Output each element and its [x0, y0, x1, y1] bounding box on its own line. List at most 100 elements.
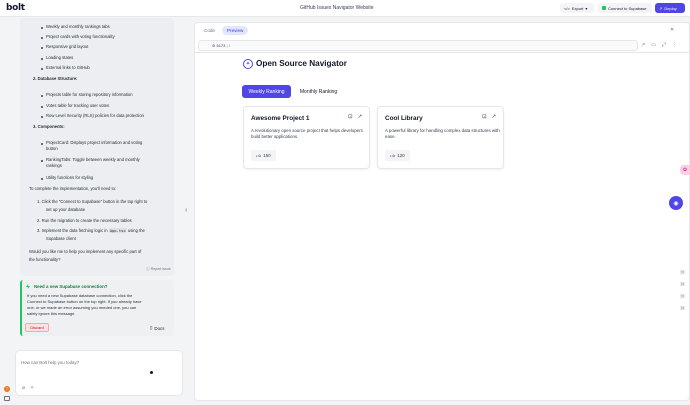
connect-supabase-button[interactable]: Connect to Supabase [598, 3, 652, 13]
export-button[interactable]: </> Export ▾ [560, 3, 594, 13]
bullet [41, 106, 43, 108]
message-line: Votes table for tracking user votes [46, 103, 110, 108]
chevron-left-icon[interactable]: ‹ [185, 207, 187, 214]
docs-link[interactable]: ▯ Docs [150, 325, 164, 331]
address-separator: | [226, 43, 228, 48]
project-description: A revolutionary open source project that… [251, 128, 363, 139]
bullet [41, 160, 43, 162]
code-icon: </> [564, 5, 570, 11]
tab-code[interactable]: Code [199, 26, 220, 35]
close-icon[interactable]: ✕ [670, 27, 674, 33]
message-line: Row Level Security (RLS) policies for da… [46, 113, 144, 118]
bullet [41, 143, 43, 145]
external-link-icon[interactable]: ↗ [491, 114, 496, 120]
preview-address: ⊘ 5173 | / [212, 43, 230, 48]
message-line: Responsive grid layout [46, 44, 89, 49]
message-line: External links to GitHub [46, 65, 90, 70]
inline-code: App.tsx [108, 228, 127, 233]
enhance-prompt-icon[interactable] [150, 371, 153, 374]
bullet [41, 37, 43, 39]
tool-icon[interactable]: ⌘ [680, 282, 685, 288]
tool-icon[interactable]: ⌘ [680, 294, 685, 300]
message-line: the functionality? [29, 257, 61, 262]
preview-address-bar[interactable] [198, 40, 638, 51]
tab-preview[interactable]: Preview [221, 26, 249, 35]
sparkle-icon[interactable]: ✧ [30, 385, 34, 391]
message-line: Loading states [46, 55, 74, 60]
message-line: Would you like me to help you implement … [29, 249, 142, 254]
fullscreen-icon[interactable]: ⤢ [662, 42, 666, 48]
rocket-icon: ↗ [659, 5, 663, 11]
supabase-prompt-text: safely ignore this message. [27, 311, 76, 316]
message-line: rankings [46, 163, 62, 168]
bullet [41, 58, 43, 60]
message-line: Projects table for storing repository in… [46, 92, 133, 97]
message-line: Utility functions for styling [46, 175, 94, 180]
assistant-message [20, 18, 174, 276]
tool-icon[interactable]: ⌘ [680, 306, 685, 312]
bullet [41, 95, 43, 97]
message-line: Project cards with voting functionality [46, 34, 115, 39]
project-name: Awesome Project 1 [251, 115, 310, 122]
project-description: A powerful library for handling complex … [385, 128, 500, 139]
vote-button[interactable]: 👍︎ 150 [251, 150, 276, 161]
report-issue-link[interactable]: ⓘ Report issue [146, 267, 171, 272]
device-icon[interactable]: ▭ [651, 42, 656, 48]
message-line: button [46, 146, 58, 151]
card-actions: ⊡ ↗ [482, 114, 496, 120]
message-line: 1. Click the "Connect to Supabase" butto… [37, 199, 148, 204]
section-heading: 2. Database Structure: [33, 76, 78, 81]
preview-actions: ↗ ▭ ⤢ ⋮ [641, 42, 677, 48]
supabase-icon [602, 6, 606, 10]
supabase-icon [26, 284, 30, 289]
chat-widget-icon[interactable]: ◉ [669, 196, 683, 210]
compass-icon: ✦ [243, 59, 253, 69]
discard-button[interactable]: Discard [25, 323, 49, 332]
paperclip-icon[interactable]: ⌀ [22, 385, 25, 391]
project-card: Awesome Project 1 ⊡ ↗ A revolutionary op… [243, 106, 370, 169]
bullet [41, 178, 43, 180]
workbench-tabs: Code Preview [199, 26, 249, 35]
project-name: Cool Library [385, 115, 423, 122]
feedback-icon[interactable]: ✿ [680, 165, 690, 175]
deploy-button[interactable]: ↗ Deploy [655, 3, 685, 13]
message-line: 2. Run the migration to create the neces… [37, 218, 132, 223]
divider [195, 52, 689, 53]
project-card: Cool Library ⊡ ↗ A powerful library for … [377, 106, 504, 169]
workbench-panel [194, 22, 690, 401]
thumbs-up-icon: 👍︎ [390, 152, 396, 158]
tab-weekly-ranking[interactable]: Weekly Ranking [242, 85, 291, 98]
thumbs-up-icon: 👍︎ [256, 152, 262, 158]
info-icon: ⓘ [146, 267, 150, 271]
section-heading: 3. Components: [33, 124, 65, 129]
avatar[interactable]: T [4, 386, 10, 392]
external-link-icon[interactable]: ↗ [357, 114, 362, 120]
vote-button[interactable]: 👍︎ 120 [385, 150, 410, 161]
message-line: Supabase client [46, 236, 76, 241]
bullet [41, 68, 43, 70]
tool-icon[interactable]: ⌘ [680, 270, 685, 276]
message-line: Weekly and monthly rankings tabs [46, 24, 110, 29]
message-line: set up your database [46, 207, 86, 212]
bullet [41, 116, 43, 118]
plug-icon: ⊘ [212, 43, 216, 48]
chat-input[interactable] [15, 350, 183, 396]
top-bar: bolt GitHub Issues Navigator Website </>… [0, 0, 690, 17]
message-line: ProjectCard: Displays project informatio… [46, 140, 143, 145]
bullet [41, 47, 43, 49]
message-line: 3. Implement the data fetching logic in … [37, 228, 145, 233]
bullet [41, 27, 43, 29]
bookmark-icon[interactable]: ⊡ [348, 114, 353, 120]
project-title: GitHub Issues Navigator Website [300, 5, 374, 11]
bookmark-icon[interactable]: ⊡ [482, 114, 487, 120]
card-actions: ⊡ ↗ [348, 114, 362, 120]
chevron-down-icon: ▾ [585, 5, 588, 11]
external-link-icon[interactable]: ↗ [641, 42, 645, 48]
page-title: Open Source Navigator [256, 59, 347, 68]
bolt-logo[interactable]: bolt [6, 3, 25, 13]
sidebar-toggle-icon[interactable] [4, 396, 10, 401]
more-icon[interactable]: ⋮ [672, 42, 677, 48]
tab-monthly-ranking[interactable]: Monthly Ranking [293, 85, 344, 98]
book-icon: ▯ [150, 325, 153, 330]
message-line: To complete the implementation, you'll n… [29, 186, 117, 191]
